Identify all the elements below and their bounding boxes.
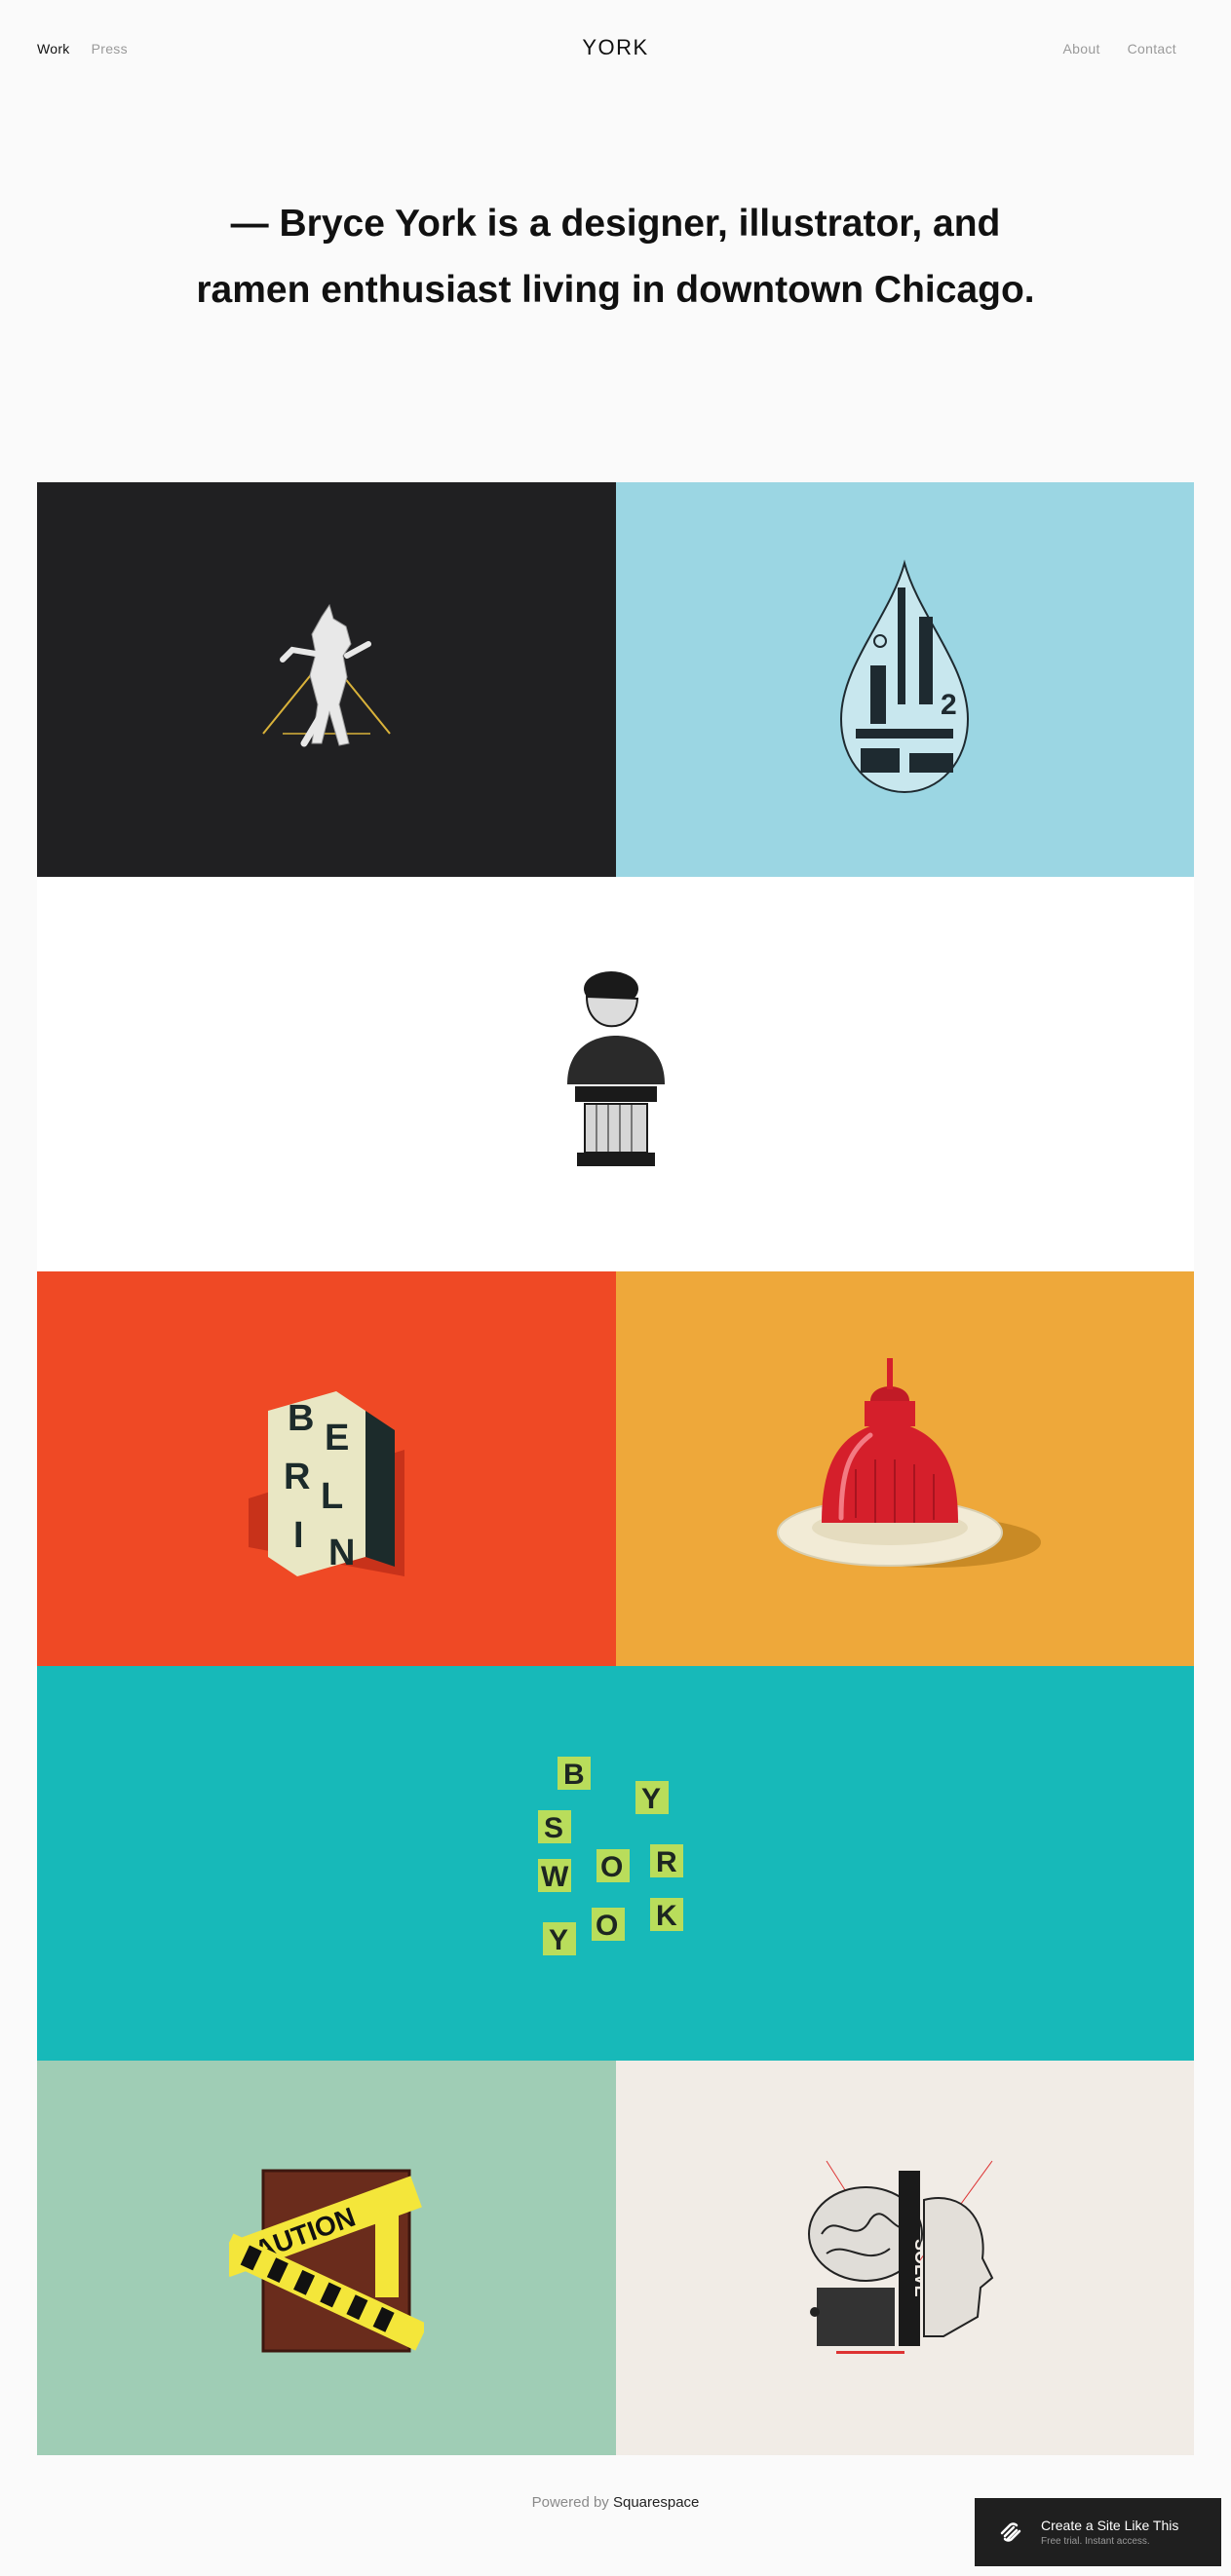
intro-line-2: ramen enthusiast living in downtown Chic… [196, 269, 1035, 311]
block-letter-4: W [541, 1861, 569, 1893]
berlin-letter-b: B [288, 1398, 314, 1439]
block-letter-5: O [600, 1851, 623, 1883]
block-letter-2: Y [641, 1783, 661, 1815]
project-tile-city-drop[interactable]: 2 [615, 482, 1194, 877]
number-label: 2 [941, 689, 957, 721]
caution-tape-book-illustration: CAUTION [228, 2169, 424, 2352]
squarespace-link[interactable]: Squarespace [613, 2494, 699, 2511]
badge-title: Create a Site Like This [1041, 2518, 1179, 2533]
block-letter-1: B [563, 1759, 585, 1791]
capitol-jello-illustration [777, 1357, 1042, 1568]
bust-portrait-illustration [566, 970, 665, 1166]
project-tile-caution[interactable]: CAUTION [37, 2061, 616, 2455]
create-site-badge[interactable]: Create a Site Like This Free trial. Inst… [975, 2498, 1221, 2566]
site-logo[interactable]: YORK [0, 35, 1231, 60]
block-letter-7: K [656, 1900, 677, 1932]
squarespace-logo-icon [1000, 2522, 1021, 2542]
project-tile-brain[interactable]: SOLVE [615, 2061, 1194, 2455]
secondary-nav: About Contact [1063, 41, 1176, 57]
block-letter-9: O [596, 1910, 618, 1942]
wolf-illustration [261, 603, 391, 746]
block-letter-6: R [656, 1846, 677, 1878]
berlin-letter-l: L [321, 1476, 343, 1517]
project-tile-berlin[interactable]: B E R L I N [37, 1271, 616, 1666]
footer-prefix: Powered by [531, 2494, 609, 2511]
berlin-letter-r: R [284, 1457, 310, 1497]
berlin-type-illustration: B E R L I N [248, 1390, 404, 1576]
brain-solve-illustration: SOLVE [808, 2160, 994, 2354]
nav-contact-link[interactable]: Contact [1128, 41, 1176, 57]
intro-text: — Bryce York is a designer, illustrator,… [0, 191, 1231, 323]
city-drop-illustration: 2 [840, 558, 970, 793]
project-tile-bust[interactable] [37, 877, 1194, 1271]
project-grid: 2 B E R L I N B Y S W O R K Y O CAUTION … [37, 482, 1194, 2455]
block-letter-8: Y [549, 1924, 568, 1956]
berlin-letter-i: I [293, 1515, 304, 1556]
project-tile-isometric-letters[interactable]: B Y S W O R K Y O [37, 1666, 1194, 2061]
nav-about-link[interactable]: About [1063, 41, 1100, 57]
project-tile-capitol[interactable] [615, 1271, 1194, 1666]
isometric-letters-illustration: B Y S W O R K Y O [537, 1756, 683, 1956]
block-letter-3: S [544, 1812, 563, 1844]
intro-line-1: — Bryce York is a designer, illustrator,… [230, 203, 1001, 245]
berlin-letter-n: N [328, 1533, 355, 1573]
project-tile-wolf[interactable] [37, 482, 616, 877]
berlin-letter-e: E [325, 1418, 349, 1458]
site-header: Work Press YORK About Contact [0, 0, 1231, 101]
badge-subtitle: Free trial. Instant access. [1041, 2536, 1150, 2547]
